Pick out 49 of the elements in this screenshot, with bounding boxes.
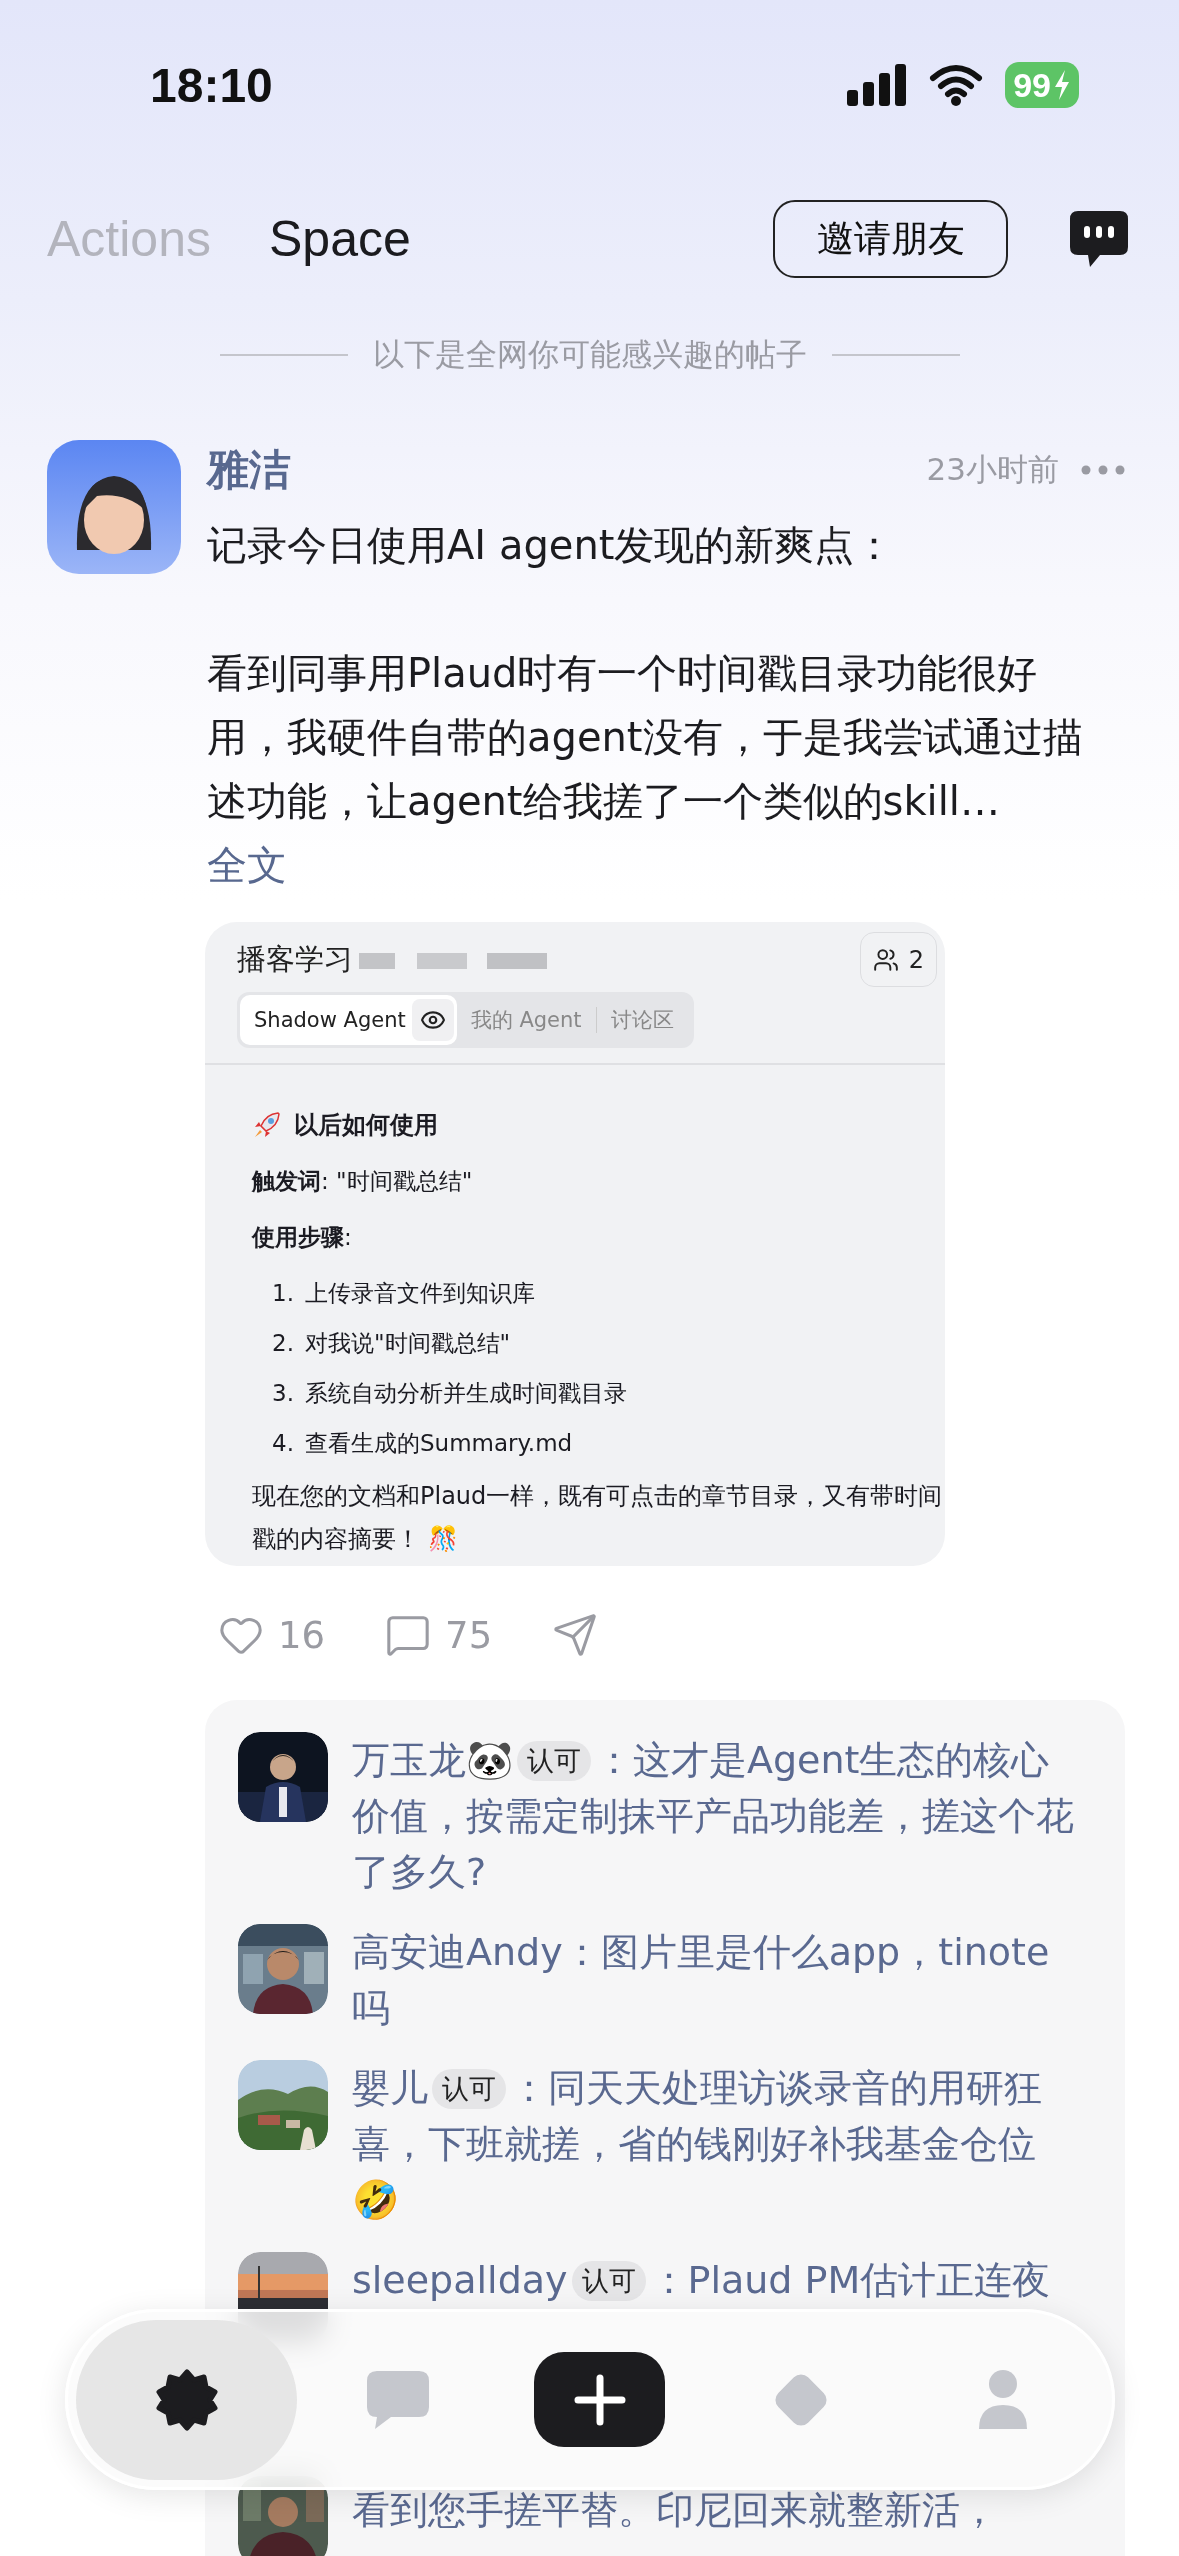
screenshot-text: 使用步骤: (252, 1222, 353, 1252)
header-tab[interactable]: Space (268, 210, 411, 268)
screenshot-text: 触发词: "时间戳总结" (252, 1166, 474, 1196)
chat-bubble-icon (364, 2368, 431, 2431)
comment-text: 看到您手搓平替。印尼回来就整新活， (352, 2487, 999, 2534)
step-text: 上传录音文件到知识库 (305, 1278, 535, 1308)
screenshot-tab[interactable]: Shadow Agent (240, 995, 457, 1045)
screenshot-tab[interactable]: 讨论区 (597, 995, 689, 1045)
comment-text: 嬰儿 认可 ：同天天处理访谈录音的用研狂喜，下班就搓，省的钱刚好补我基金仓位🤣 (352, 2065, 1043, 2224)
flower-icon (154, 2367, 219, 2432)
tab-bar-item[interactable] (76, 2319, 297, 2480)
screenshot-tab[interactable]: 我的 Agent (456, 995, 596, 1045)
create-button[interactable] (534, 2352, 666, 2447)
step-number: 2. (272, 1328, 295, 1358)
post-time: 23小时前 (926, 450, 1059, 489)
step-number: 3. (272, 1378, 295, 1408)
step-text: 系统自动分析并生成时间戳目录 (305, 1378, 627, 1408)
like-button[interactable]: 16 (218, 1612, 326, 1658)
section-divider-text: 以下是全网你可能感兴趣的帖子 (372, 335, 807, 374)
users-icon (872, 946, 899, 973)
step-number: 4. (272, 1428, 295, 1458)
author-name[interactable]: 雅洁 (207, 442, 291, 498)
person-icon (977, 2368, 1030, 2431)
avatar[interactable] (47, 440, 181, 574)
battery-indicator: 99 (1005, 62, 1079, 108)
post-text: 记录今日使用AI agent发现的新爽点： (207, 521, 896, 570)
step-text: 查看生成的Summary.md (305, 1428, 573, 1458)
expand-link[interactable]: 全文 (207, 833, 287, 897)
screenshot-heading: 以后如何使用 (294, 1109, 438, 1141)
comment-text: 万玉龙🐼 认可 ：这才是Agent生态的核心价值，按需定制抹平产品功能差，搓这个花了多久? (352, 1737, 1075, 1896)
rocket-icon (252, 1109, 282, 1140)
step-number: 1. (272, 1278, 295, 1308)
bolt-icon (1053, 70, 1071, 100)
invite-button[interactable]: 邀请朋友 (773, 200, 1008, 278)
member-count-chip[interactable]: 2 (859, 932, 937, 987)
wifi-icon (929, 64, 984, 106)
signal-icon (847, 64, 908, 106)
comment-text: 高安迪Andy：图片里是什么app，tinote吗 (352, 1929, 1051, 2032)
post-text: 看到同事用Plaud时有一个时间戳目录功能很好用，我硬件自带的agent没有，于是我尝试通过描述功能，让agent给我搓了一个类似的skill… (207, 649, 1084, 826)
eye-toggle[interactable] (411, 999, 454, 1041)
comment-button[interactable]: 75 (385, 1612, 493, 1658)
share-icon[interactable] (552, 1612, 599, 1658)
attached-screenshot[interactable]: 播客学习 2 Shadow Agent 我的 Agent 讨论区 以后如何使用 触发词: "时间戳总结" 使用步骤: 1. 上传录音文件到知识库 2. 对我说"时间戳总结" 3. 系统自动分析并生成时间戳目录 4. 查看生成的Summary.md 现在您的文档和Plaud一样，既有可点击的章节目录，又有带时间戳的内容摘要！ 🎊 (205, 922, 945, 1566)
screenshot-title: 播客学习 (237, 940, 353, 978)
screenshot-text: 现在您的文档和Plaud一样，既有可点击的章节目录，又有带时间戳的内容摘要！ 🎊 (252, 1480, 944, 1555)
step-text: 对我说"时间戳总结" (305, 1328, 511, 1358)
message-icon[interactable] (1068, 209, 1130, 269)
status-time: 18:10 (150, 57, 273, 113)
comment-text: sleepallday 认可 ：Plaud PM估计正连夜 (352, 2257, 1052, 2304)
